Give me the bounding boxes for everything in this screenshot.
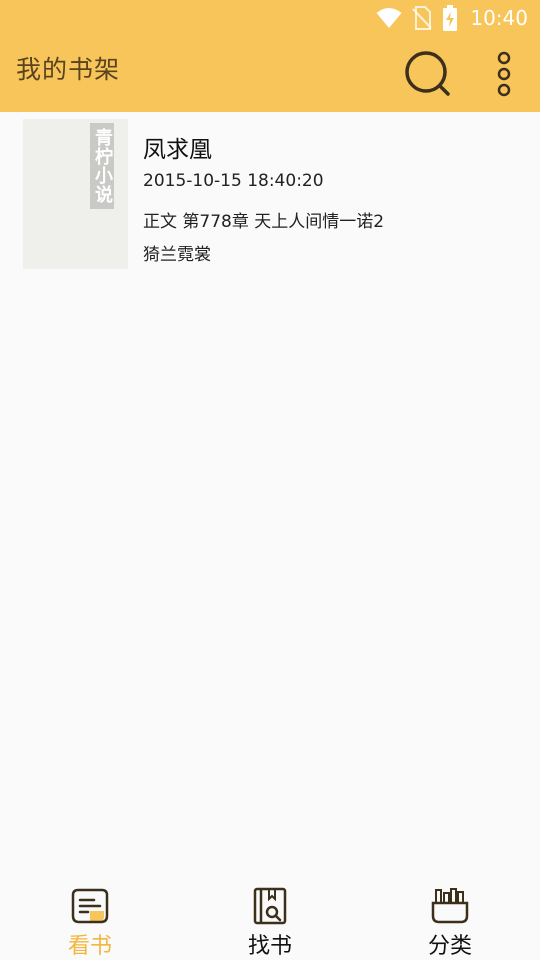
no-sim-icon <box>412 6 433 30</box>
battery-charging-icon <box>443 5 458 31</box>
status-bar: 10:40 <box>0 0 540 36</box>
book-author: 猗兰霓裳 <box>143 245 211 265</box>
tab-find-label: 找书 <box>247 934 292 959</box>
book-cover: 青柠小说 <box>23 119 128 269</box>
search-icon <box>405 51 450 96</box>
tab-read-label: 看书 <box>67 934 112 959</box>
read-book-icon <box>71 888 109 924</box>
bottom-navigation: 看书 找书 分类 <box>0 880 540 960</box>
more-vertical-icon <box>497 51 511 97</box>
search-button[interactable] <box>400 46 456 102</box>
book-title: 凤求凰 <box>143 137 212 163</box>
tab-category-label: 分类 <box>427 934 472 959</box>
more-options-button[interactable] <box>482 46 526 102</box>
app-bar: 10:40 我的书架 <box>0 0 540 112</box>
tab-category[interactable]: 分类 <box>360 880 540 960</box>
status-time: 10:40 <box>470 6 528 30</box>
wifi-icon <box>376 8 402 28</box>
book-updated-time: 2015-10-15 18:40:20 <box>143 171 324 191</box>
cover-label: 青柠小说 <box>90 123 114 209</box>
category-icon <box>431 888 469 924</box>
tab-read[interactable]: 看书 <box>0 880 180 960</box>
find-book-icon <box>253 887 287 925</box>
book-latest-chapter: 正文 第778章 天上人间情一诺2 <box>143 212 385 232</box>
bookshelf-item[interactable]: 青柠小说 凤求凰 2015-10-15 18:40:20 正文 第778章 天上… <box>0 112 540 276</box>
page-title: 我的书架 <box>16 55 121 84</box>
tab-find[interactable]: 找书 <box>180 880 360 960</box>
